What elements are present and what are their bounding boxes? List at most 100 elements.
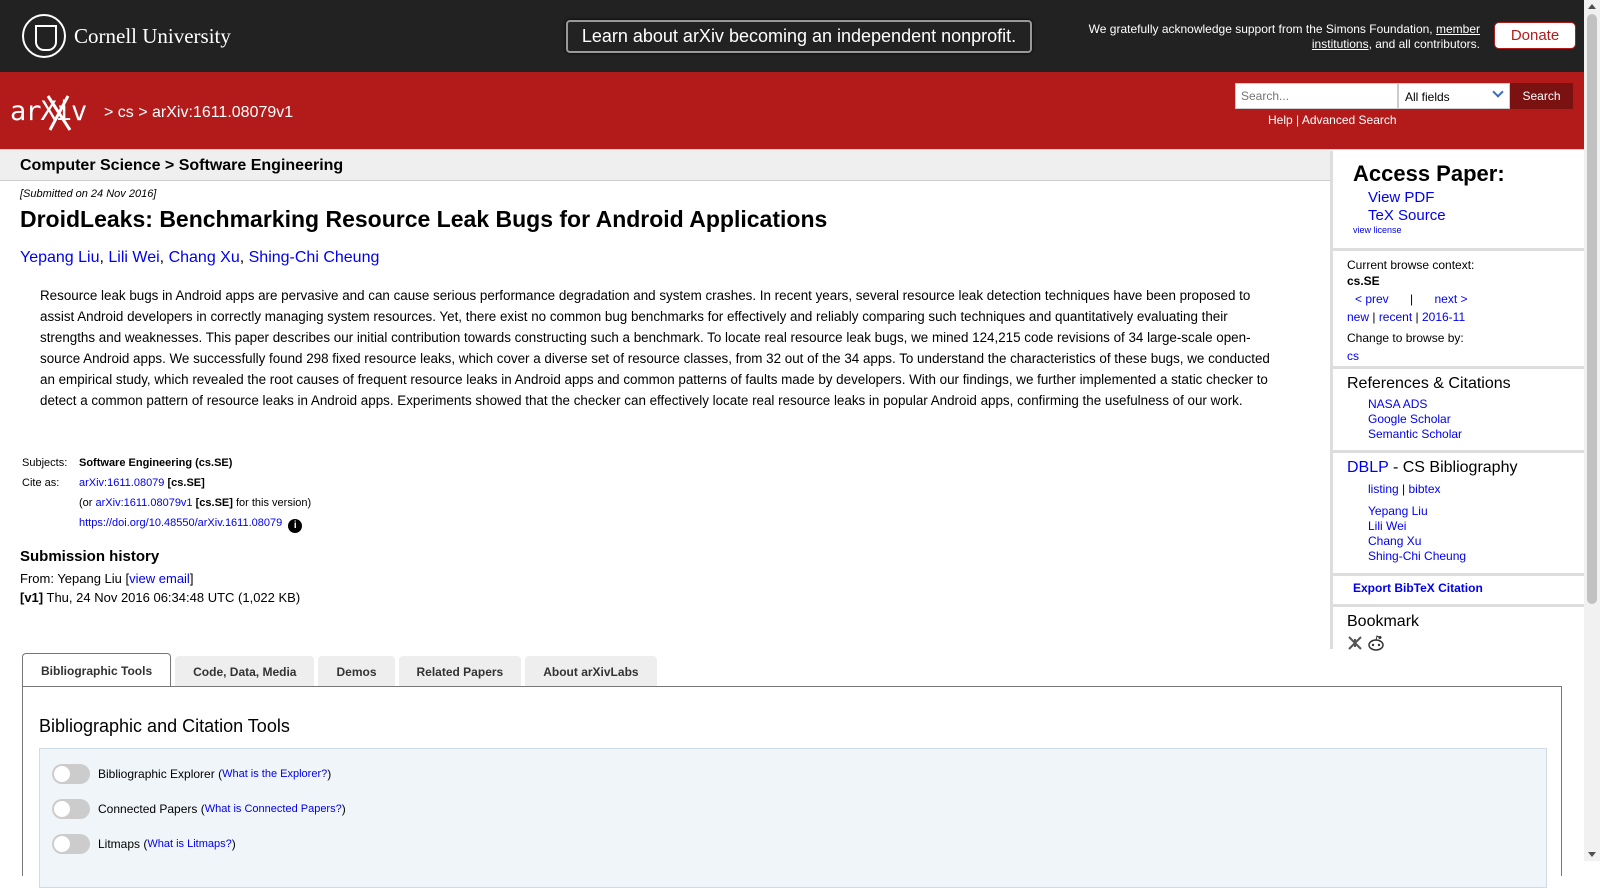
info-icon[interactable]: i [288,519,303,533]
from-suffix: ] [189,571,194,586]
tools-title: Bibliographic and Citation Tools [39,716,290,736]
support-text: We gratefully acknowledge support from t… [1050,22,1480,52]
tab-bar: Bibliographic Tools Code, Data, Media De… [22,653,661,687]
advanced-search-link[interactable]: Advanced Search [1302,113,1397,127]
tab-demos[interactable]: Demos [318,656,395,687]
cite-version-link[interactable]: arXiv:1611.08079v1 [96,497,193,509]
next-link[interactable]: next > [1435,292,1468,306]
tab-code-data-media[interactable]: Code, Data, Media [175,656,315,687]
donate-button[interactable]: Donate [1494,22,1576,49]
tool-row: Bibliographic Explorer (What is the Expl… [52,764,331,784]
scroll-up-arrow-icon[interactable] [1588,4,1596,9]
nasa-ads-link[interactable]: NASA ADS [1368,397,1584,412]
cite-tag: [cs.SE] [167,477,205,489]
tool-label: Connected Papers [98,802,198,816]
dblp-author-link[interactable]: Yepang Liu [1368,504,1584,519]
scrollbar-thumb[interactable] [1587,14,1597,604]
cite-version-suffix: for this version) [235,497,312,509]
nonprofit-banner-button[interactable]: Learn about arXiv becoming an independen… [566,20,1032,53]
tool-row: Litmaps (What is Litmaps?) [52,834,236,854]
dblp-author-link[interactable]: Shing-Chi Cheung [1368,549,1584,564]
doi-link[interactable]: https://doi.org/10.48550/arXiv.1611.0807… [79,517,282,529]
abstract: Resource leak bugs in Android apps are p… [40,288,1270,408]
search-button[interactable]: Search [1510,83,1573,109]
tool-help-link[interactable]: What is Connected Papers? [205,803,342,815]
author-link[interactable]: Lili Wei [108,249,159,266]
cornell-logo[interactable]: Cornell University [22,13,231,59]
tab-bibliographic-tools[interactable]: Bibliographic Tools [22,653,172,687]
view-license-link[interactable]: view license [1353,225,1584,235]
scroll-down-arrow-icon[interactable] [1588,852,1596,857]
month-link[interactable]: 2016-11 [1422,310,1465,324]
cite-link[interactable]: arXiv:1611.08079 [79,477,164,489]
connected-papers-toggle[interactable] [52,799,90,819]
cornell-seal-icon [22,14,66,58]
google-scholar-link[interactable]: Google Scholar [1368,412,1584,427]
dblp-author-link[interactable]: Lili Wei [1368,519,1584,534]
view-email-link[interactable]: view email [129,571,190,586]
author-link[interactable]: Yepang Liu [20,249,100,266]
tex-source-link[interactable]: TeX Source [1368,207,1584,225]
semantic-scholar-link[interactable]: Semantic Scholar [1368,427,1584,442]
author-link[interactable]: Chang Xu [169,249,240,266]
metadata-table: Subjects: Software Engineering (cs.SE) C… [22,457,311,537]
change-browse-label: Change to browse by: [1347,331,1464,345]
dblp-listing-link[interactable]: listing [1368,482,1399,496]
arxiv-logo[interactable]: arXiv [10,90,102,134]
export-bibtex-link[interactable]: Export BibTeX Citation [1353,581,1584,595]
browse-context: cs.SE [1347,274,1380,288]
dblp-link[interactable]: DBLP [1347,459,1389,476]
sidebar: Access Paper: View PDF TeX Source view l… [1330,151,1584,651]
cite-version-tag: [cs.SE] [195,497,233,509]
paper-title: DroidLeaks: Benchmarking Resource Leak B… [20,206,828,232]
reddit-icon[interactable] [1367,635,1385,651]
bibsonomy-icon[interactable] [1347,635,1363,651]
bibliographic-explorer-toggle[interactable] [52,764,90,784]
new-link[interactable]: new [1347,310,1369,324]
tab-about-arxivlabs[interactable]: About arXivLabs [525,656,657,687]
version-line: [v1] Thu, 24 Nov 2016 06:34:48 UTC (1,02… [20,590,300,605]
help-links: Help | Advanced Search [1268,113,1397,127]
breadcrumb[interactable]: > cs > arXiv:1611.08079v1 [104,104,293,122]
from-prefix: From: Yepang Liu [ [20,571,130,586]
cite-label: Cite as: [22,477,60,489]
chevron-down-icon [1492,86,1504,98]
help-link[interactable]: Help [1268,113,1293,127]
version-date: Thu, 24 Nov 2016 06:34:48 UTC (1,022 KB) [46,590,301,605]
subjects-value: Software Engineering (cs.SE) [79,457,233,469]
references-heading: References & Citations [1347,375,1511,392]
version-label[interactable]: [v1] [20,590,43,605]
dblp-author-link[interactable]: Chang Xu [1368,534,1584,549]
cornell-wordmark: Cornell University [74,23,231,48]
subjects-label: Subjects: [22,457,68,469]
recent-link[interactable]: recent [1379,310,1412,324]
submission-date: [Submitted on 24 Nov 2016] [20,188,157,200]
cite-version-prefix: (or [79,497,93,509]
tool-help-link[interactable]: What is Litmaps? [147,838,231,850]
tool-help-link[interactable]: What is the Explorer? [222,768,327,780]
litmaps-toggle[interactable] [52,834,90,854]
tab-panel: Bibliographic and Citation Tools Bibliog… [22,686,1562,888]
top-banner: Cornell University Learn about arXiv bec… [0,0,1584,72]
separator: | [1296,113,1300,127]
bookmark-heading: Bookmark [1347,613,1420,630]
submission-history-heading: Submission history [20,548,160,565]
prev-link[interactable]: < prev [1355,292,1389,306]
author-list: Yepang Liu, Lili Wei, Chang Xu, Shing-Ch… [20,249,380,266]
support-prefix: We gratefully acknowledge support from t… [1088,22,1433,36]
subject-heading: Computer Science > Software Engineering [0,150,1330,181]
tab-related-papers[interactable]: Related Papers [398,656,522,687]
author-link[interactable]: Shing-Chi Cheung [249,249,380,266]
dblp-suffix: - CS Bibliography [1388,459,1518,476]
pipe-separator: | [1410,292,1414,306]
dblp-bibtex-link[interactable]: bibtex [1408,482,1440,496]
view-pdf-link[interactable]: View PDF [1368,189,1584,207]
tool-label: Litmaps [98,837,141,851]
browse-cs-link[interactable]: cs [1347,349,1359,363]
tool-label: Bibliographic Explorer [98,767,215,781]
search-field-value: All fields [1405,90,1450,104]
tools-box: Bibliographic Explorer (What is the Expl… [39,748,1547,888]
search-input[interactable] [1235,83,1398,109]
search-field-select[interactable]: All fields [1398,83,1510,109]
page-scrollbar[interactable] [1584,0,1600,861]
